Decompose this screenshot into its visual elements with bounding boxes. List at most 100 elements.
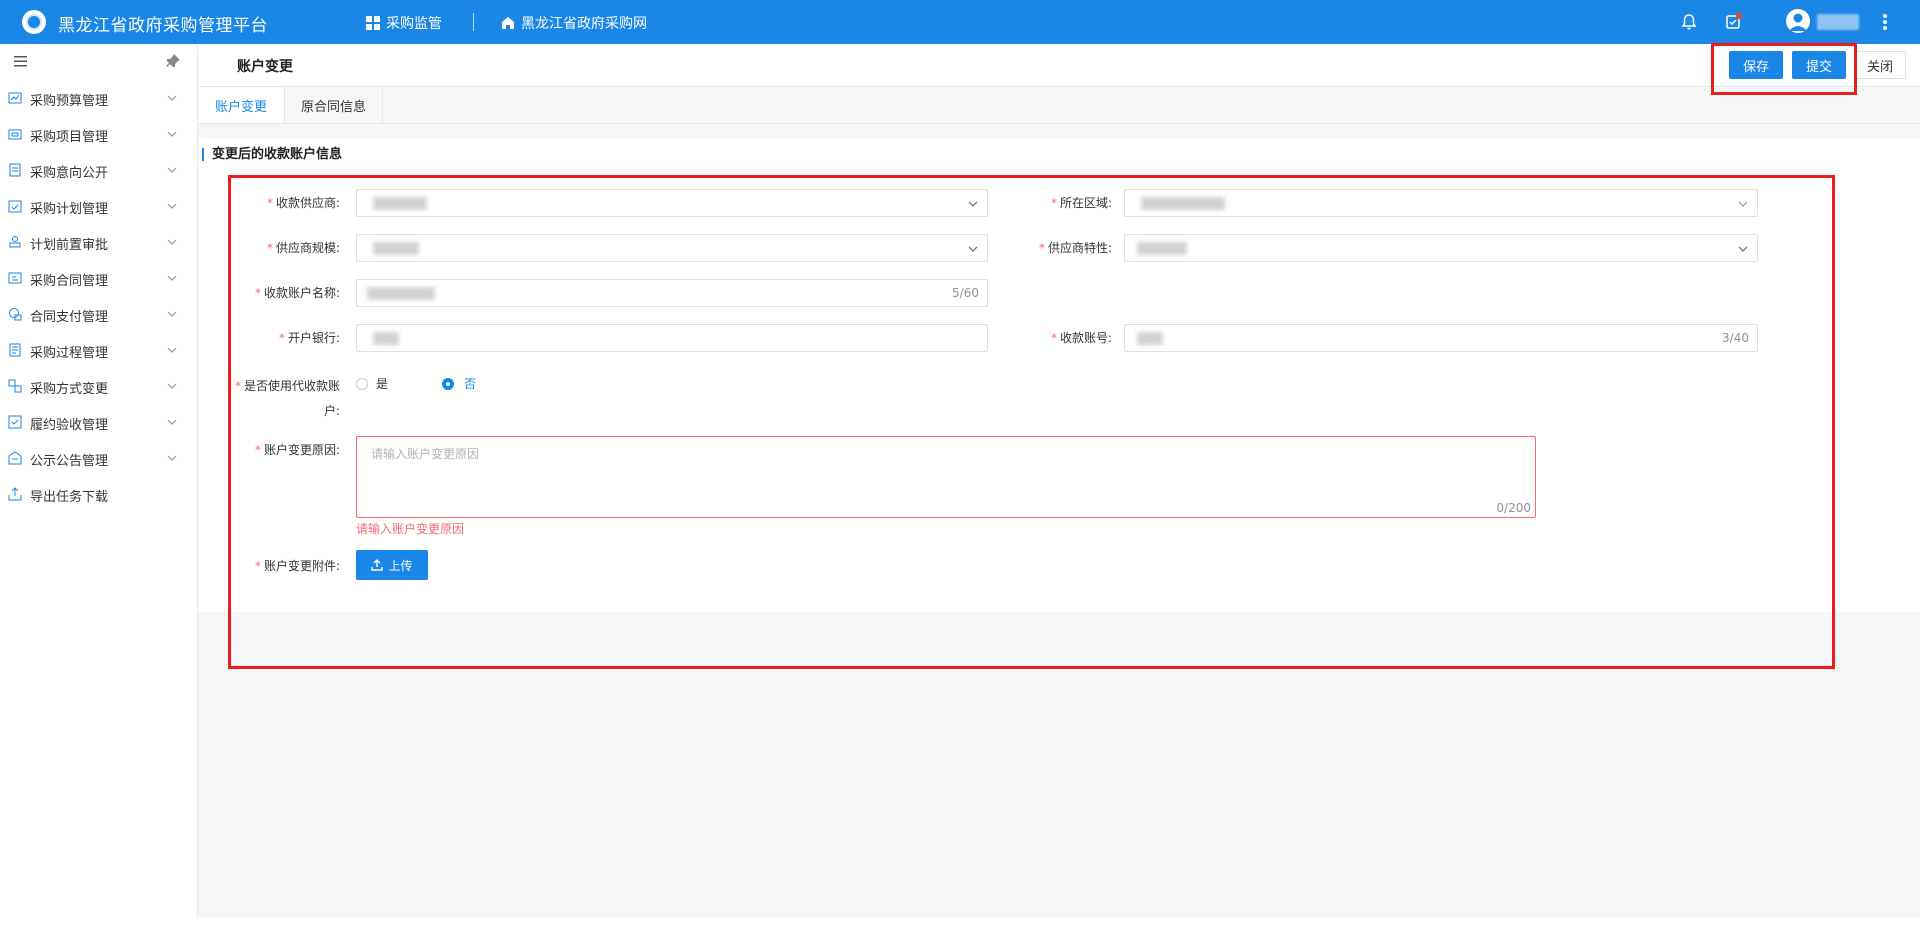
change-reason-error: 请输入账户变更原因 (356, 522, 465, 536)
upload-icon (371, 559, 384, 571)
nav-link-procurement-website[interactable]: 黑龙江省政府采购网 (501, 13, 647, 33)
supplier-scale-label: * 供应商规模: (266, 241, 340, 255)
account-number-input[interactable]: 3/40 (1124, 324, 1758, 352)
bottom-strip (0, 917, 1920, 937)
sidebar-item-plan[interactable]: 采购计划管理 (0, 188, 197, 224)
section-title: 变更后的收款账户信息 (202, 148, 342, 161)
sidebar-item-project[interactable]: 采购项目管理 (0, 116, 197, 152)
folder-icon (8, 129, 22, 140)
page-header: 账户变更 保存 提交 关闭 (198, 44, 1920, 87)
sidebar-item-label: 采购预算管理 (30, 94, 109, 109)
sidebar-item-label: 采购项目管理 (30, 130, 109, 145)
agent-account-no-label[interactable]: 否 (464, 375, 476, 392)
contract-icon (8, 272, 22, 284)
agent-account-yes-label[interactable]: 是 (376, 375, 388, 392)
account-name-input[interactable]: 5/60 (356, 279, 988, 307)
change-reason-label: * 账户变更原因: (254, 443, 340, 457)
bank-input[interactable] (356, 324, 988, 352)
more-vertical-icon[interactable] (1873, 10, 1897, 34)
sidebar-item-acceptance[interactable]: 履约验收管理 (0, 404, 197, 440)
sidebar-item-label: 采购计划管理 (30, 202, 109, 217)
sidebar-item-process[interactable]: 采购过程管理 (0, 332, 197, 368)
payment-icon (9, 308, 22, 321)
change-reason-textarea[interactable]: 请输入账户变更原因 0/200 (356, 436, 1536, 518)
chevron-down-icon (167, 383, 177, 389)
attachment-label: * 账户变更附件: (254, 559, 340, 573)
bank-label: * 开户银行: (278, 331, 340, 345)
save-button[interactable]: 保存 (1729, 51, 1783, 79)
region-label: * 所在区域: (1050, 196, 1112, 210)
change-reason-placeholder: 请输入账户变更原因 (371, 447, 480, 461)
supplier-select[interactable] (356, 189, 988, 217)
sidebar-item-label: 计划前置审批 (30, 238, 109, 253)
sidebar-item-label: 采购过程管理 (30, 346, 109, 361)
chevron-down-icon (167, 95, 177, 101)
pin-icon[interactable] (165, 53, 181, 69)
export-icon (8, 487, 22, 501)
account-name-counter: 5/60 (952, 286, 979, 300)
chevron-down-icon (167, 347, 177, 353)
document-icon (9, 163, 21, 177)
region-select[interactable] (1124, 189, 1758, 217)
sidebar-item-label: 采购方式变更 (30, 382, 109, 397)
checklist-icon (8, 415, 22, 429)
sidebar-header (0, 44, 197, 80)
app-title: 黑龙江省政府采购管理平台 (58, 16, 268, 36)
tab-bar: 账户变更 原合同信息 (198, 87, 1920, 124)
sidebar-item-announcement[interactable]: 公示公告管理 (0, 440, 197, 476)
account-name-label: * 收款账户名称: (254, 286, 340, 300)
chevron-down-icon (167, 239, 177, 245)
chevron-down-icon (167, 275, 177, 281)
chevron-down-icon (167, 167, 177, 173)
sidebar-item-payment[interactable]: 合同支付管理 (0, 296, 197, 332)
task-check-icon[interactable] (1721, 10, 1745, 34)
agent-account-label: * 是否使用代收款账 户: (234, 379, 340, 418)
sidebar-item-export[interactable]: 导出任务下载 (0, 476, 197, 512)
menu-toggle-icon[interactable] (13, 53, 29, 69)
supplier-nature-select[interactable] (1124, 234, 1758, 262)
sidebar-item-contract[interactable]: 采购合同管理 (0, 260, 197, 296)
chevron-down-icon (167, 311, 177, 317)
account-number-label: * 收款账号: (1050, 331, 1112, 345)
calendar-check-icon (8, 200, 22, 213)
platform-logo-icon (22, 10, 46, 34)
sidebar-item-budget[interactable]: 采购预算管理 (0, 80, 197, 116)
supplier-scale-select[interactable] (356, 234, 988, 262)
bell-icon[interactable] (1677, 10, 1701, 34)
user-name-redacted[interactable] (1817, 14, 1859, 30)
upload-button-label: 上传 (388, 558, 413, 573)
chevron-down-icon (968, 201, 978, 207)
chevron-down-icon (968, 246, 978, 252)
home-icon (502, 17, 514, 29)
close-button[interactable]: 关闭 (1854, 51, 1906, 79)
upload-button[interactable]: 上传 (356, 550, 428, 580)
tab-original-contract[interactable]: 原合同信息 (285, 87, 383, 123)
grid-icon (366, 16, 380, 30)
agent-account-no-radio[interactable] (442, 378, 454, 390)
sidebar-item-intent[interactable]: 采购意向公开 (0, 152, 197, 188)
sidebar-item-pre-approval[interactable]: 计划前置审批 (0, 224, 197, 260)
tab-account-change[interactable]: 账户变更 (198, 87, 285, 123)
sidebar-item-label: 公示公告管理 (30, 454, 109, 469)
submit-button[interactable]: 提交 (1792, 51, 1846, 79)
agent-account-yes-radio[interactable] (356, 378, 368, 390)
chart-icon (8, 92, 22, 104)
announcement-icon (8, 451, 22, 465)
nav-divider (473, 13, 474, 31)
top-bar: 黑龙江省政府采购管理平台 采购监管 黑龙江省政府采购网 (0, 0, 1920, 44)
user-avatar-icon[interactable] (1786, 9, 1810, 33)
sidebar: 采购预算管理 采购项目管理 采购意向公开 采购计划管理 计划前置审批 采购合同管… (0, 44, 198, 917)
chevron-down-icon (1738, 246, 1748, 252)
chevron-down-icon (167, 203, 177, 209)
chevron-down-icon (167, 455, 177, 461)
supplier-label: * 收款供应商: (266, 196, 340, 210)
sidebar-item-label: 采购意向公开 (30, 166, 109, 181)
sidebar-item-label: 采购合同管理 (30, 274, 109, 289)
change-reason-counter: 0/200 (1496, 501, 1531, 515)
chevron-down-icon (167, 131, 177, 137)
form-panel: 变更后的收款账户信息 * 收款供应商: * 所在区域: * 供应商规模: * 供应商特性… (198, 138, 1920, 612)
nav-link-label: 黑龙江省政府采购网 (521, 16, 647, 32)
nav-link-procurement-supervision[interactable]: 采购监管 (366, 13, 442, 33)
sidebar-item-label: 导出任务下载 (30, 490, 109, 505)
sidebar-item-method-change[interactable]: 采购方式变更 (0, 368, 197, 404)
